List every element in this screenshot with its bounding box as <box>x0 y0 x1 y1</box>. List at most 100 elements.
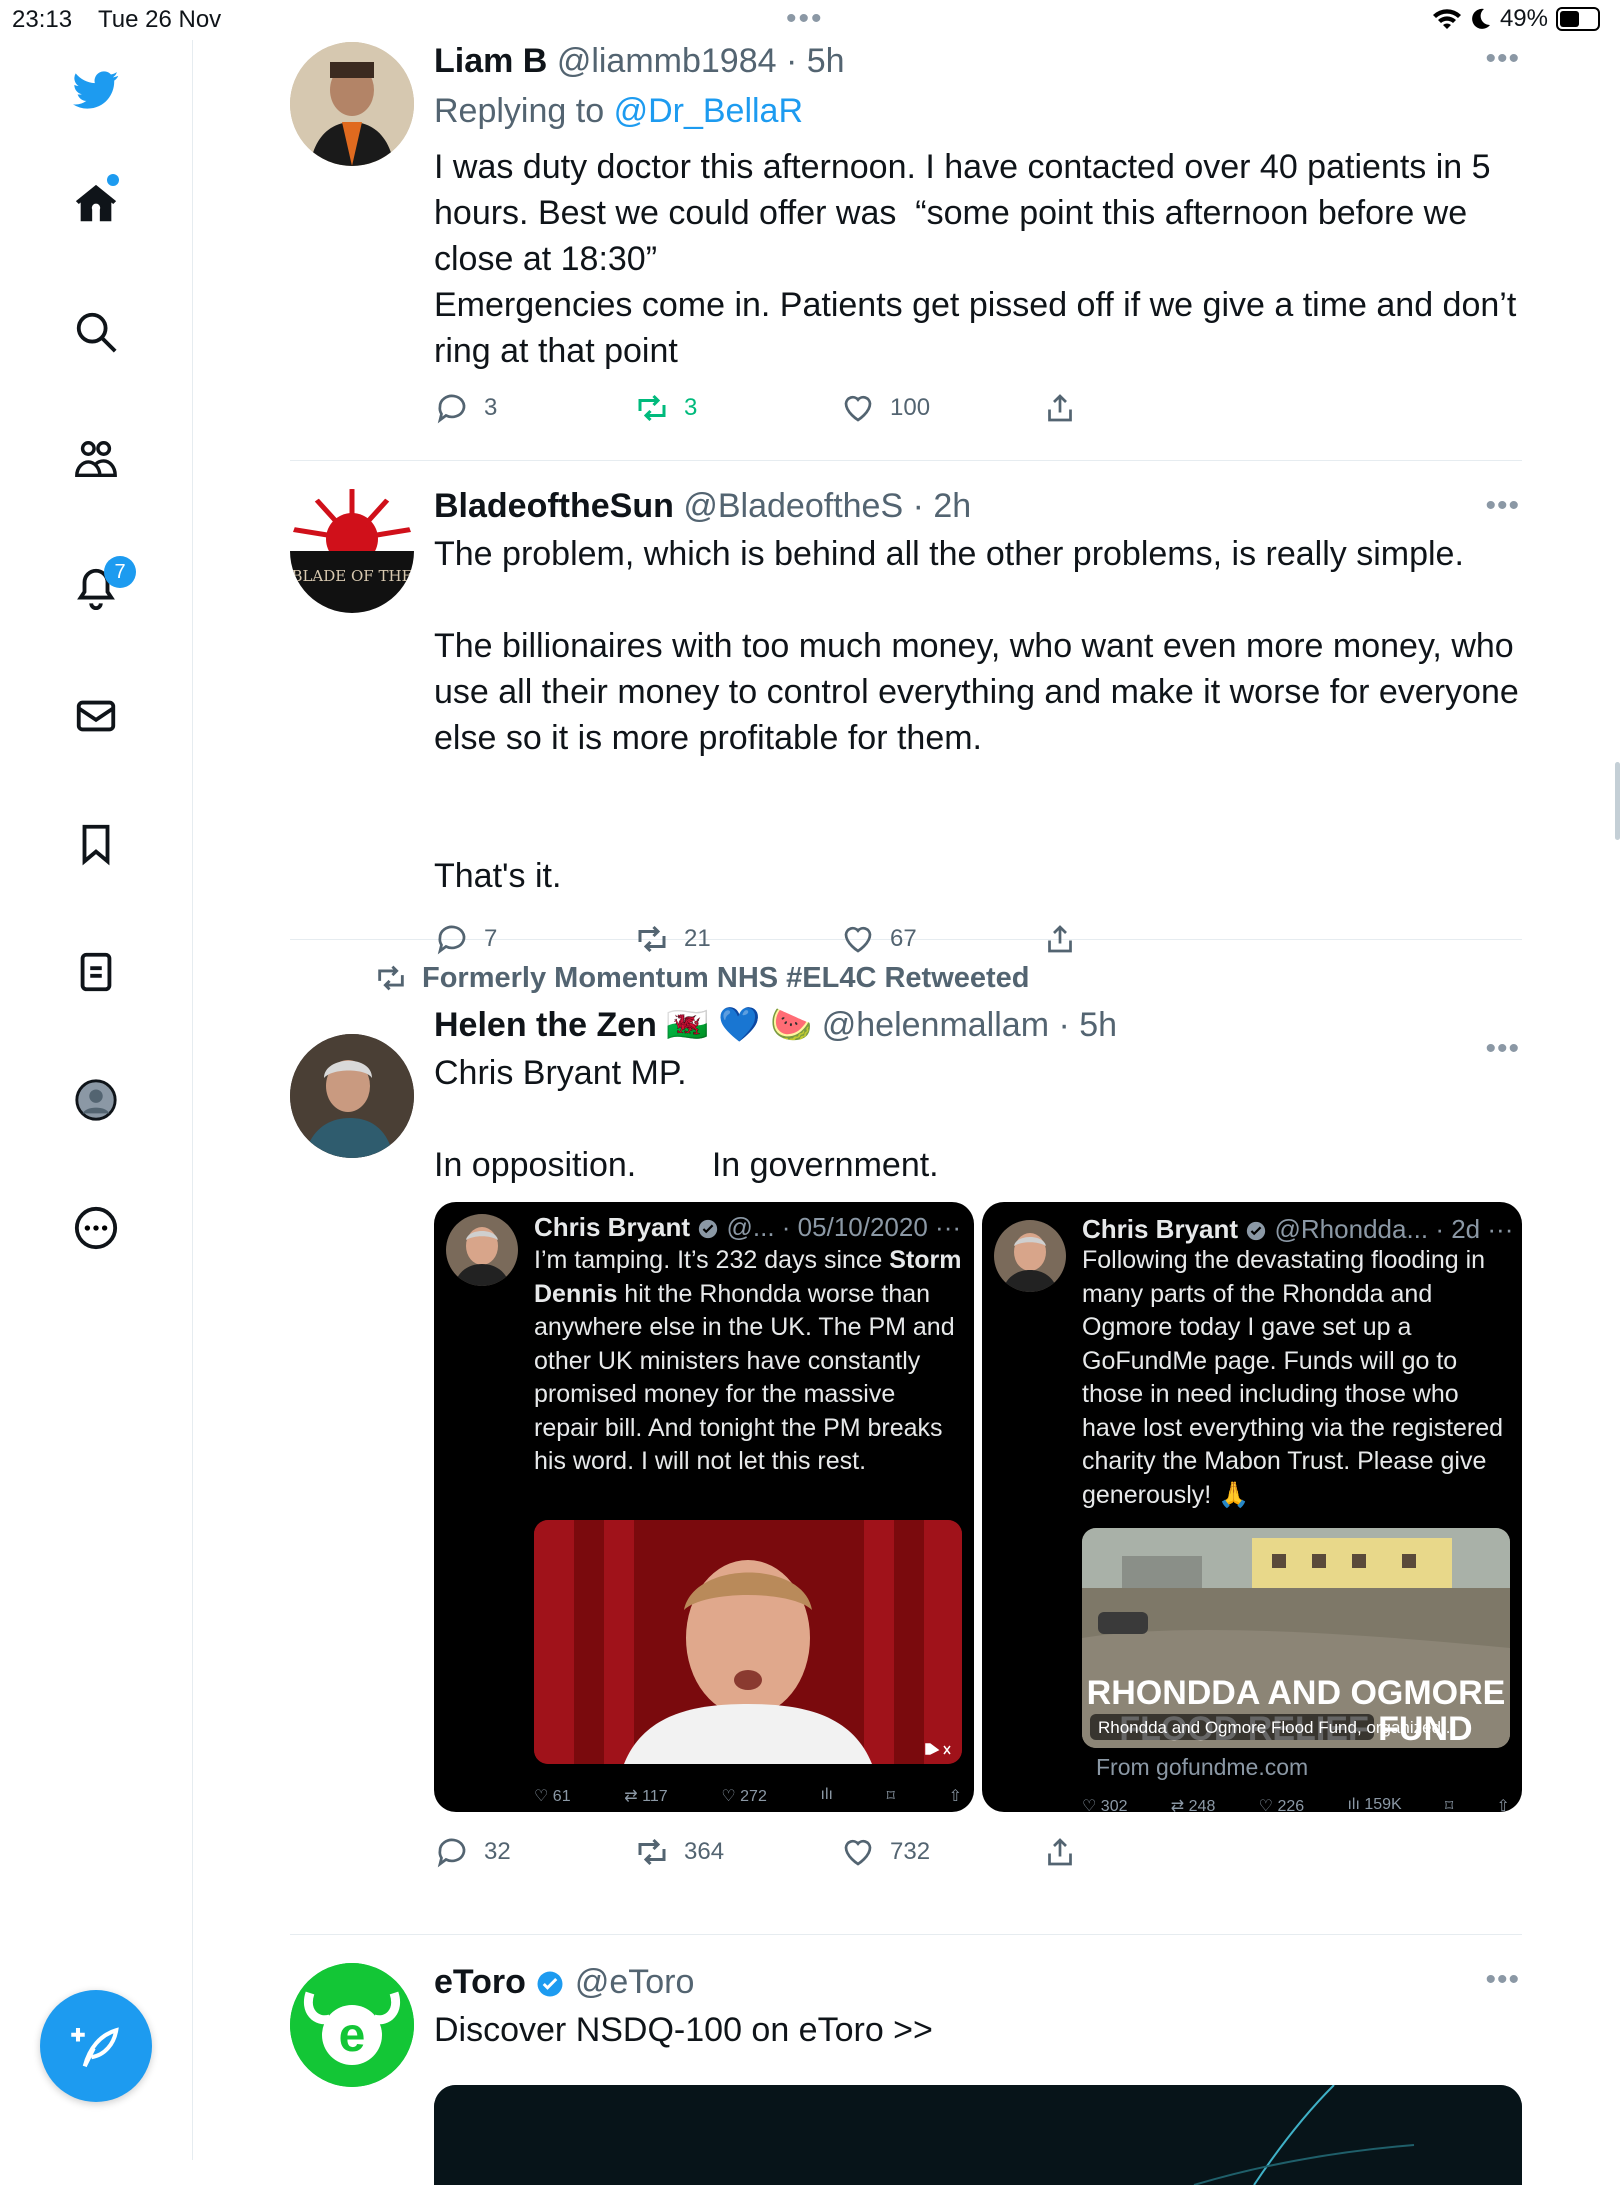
scrollbar-thumb[interactable] <box>1615 762 1620 840</box>
multitasking-dots[interactable]: ••• <box>786 2 824 36</box>
tweet-etoro[interactable]: e ••• eToro @eToro Discover NSDQ-100 on … <box>290 1935 1522 2185</box>
tweet-more-icon[interactable]: ••• <box>1485 1963 1520 1997</box>
tweet-more-icon[interactable]: ••• <box>1485 1032 1520 1066</box>
card-text-part-2: hit the Rhondda worse than anywhere else… <box>534 1279 955 1476</box>
moon-icon <box>1472 8 1490 29</box>
retweet-icon <box>638 394 666 422</box>
author-name[interactable]: Helen the Zen <box>434 1006 657 1044</box>
like-button[interactable]: 100 <box>840 390 1042 426</box>
like-count: 100 <box>890 394 931 421</box>
video-thumbnail[interactable] <box>534 1520 962 1764</box>
tweet-header: BladeoftheSun @BladeoftheS · 2h <box>434 485 1522 527</box>
more-options-icon[interactable] <box>66 1198 126 1258</box>
verified-badge-icon <box>537 1971 563 1997</box>
tweet-header: eToro @eToro <box>434 1961 1522 2003</box>
compose-tweet-button[interactable] <box>40 1990 152 2102</box>
card-author-name: Chris Bryant <box>1082 1214 1239 1244</box>
tweet-helen-the-zen[interactable]: Formerly Momentum NHS #EL4C Retweeted ••… <box>290 952 1522 1935</box>
card-bookmark-icon: ⌑ <box>1445 1798 1454 1812</box>
avatar[interactable]: BLADE OF THE <box>290 489 414 613</box>
profile-avatar-icon[interactable] <box>66 1070 126 1130</box>
reply-button[interactable]: 3 <box>434 390 634 426</box>
tweet-time: · 2h <box>912 487 972 525</box>
verified-badge-icon <box>1247 1221 1266 1241</box>
search-icon[interactable] <box>66 302 126 362</box>
reply-count: 7 <box>484 925 498 952</box>
card-like-stat: ♡ 272 <box>721 1788 767 1805</box>
tweet-liam-b[interactable]: ••• Liam B @liammb1984 · 5h Replying to … <box>290 40 1522 461</box>
avatar[interactable]: e <box>290 1963 414 2087</box>
card-more-icon: ··· <box>935 1212 962 1242</box>
tweet-header: Liam B @liammb1984 · 5h <box>434 40 1522 82</box>
reply-icon <box>437 394 466 424</box>
reply-count: 3 <box>484 394 498 421</box>
status-right: 49% <box>1432 5 1600 33</box>
card-meta: @Rhondda... · 2d <box>1274 1214 1481 1244</box>
screenshot-card-opposition[interactable]: Chris Bryant @... · 05/10/2020 ··· I’m t… <box>434 1202 974 1812</box>
reply-button[interactable]: 32 <box>434 1834 634 1870</box>
overlay-title: RHONDDA AND OGMORE <box>1087 1674 1506 1712</box>
card-retweet-stat: ⇄ 248 <box>1170 1798 1216 1812</box>
tweet-more-icon[interactable]: ••• <box>1485 489 1520 523</box>
card-text: Following the devastating flooding in ma… <box>1082 1246 1504 1509</box>
battery-icon <box>1556 7 1600 31</box>
reply-count: 32 <box>484 1838 511 1865</box>
author-name[interactable]: eToro <box>434 1963 526 2001</box>
link-source[interactable]: From gofundme.com <box>1096 1754 1308 1781</box>
etoro-logo-icon: e <box>339 2009 366 2062</box>
like-button[interactable]: 732 <box>840 1834 1042 1870</box>
tweet-text: Chris Bryant MP. In opposition. In gover… <box>434 1054 939 1184</box>
twitter-logo-icon[interactable] <box>66 60 126 120</box>
retweeted-by-text: Formerly Momentum NHS #EL4C Retweeted <box>422 961 1030 994</box>
author-handle[interactable]: @helenmallam <box>822 1006 1049 1044</box>
replying-prefix: Replying to <box>434 92 605 130</box>
card-more-icon: ··· <box>1487 1214 1514 1244</box>
retweet-button[interactable]: 3 <box>634 390 840 426</box>
screenshot-card-government[interactable]: Chris Bryant @Rhondda... · 2d ··· Follow… <box>982 1202 1522 1812</box>
card-header: Chris Bryant @... · 05/10/2020 ··· <box>534 1212 961 1243</box>
messages-icon[interactable] <box>66 686 126 746</box>
card-share-icon: ⇧ <box>948 1788 962 1805</box>
communities-icon[interactable] <box>66 430 126 490</box>
card-views-stat: ılı 159K <box>1347 1796 1402 1812</box>
author-handle[interactable]: @BladeoftheS <box>683 487 903 525</box>
card-retweet-stat: ⇄ 117 <box>624 1788 668 1805</box>
avatar[interactable] <box>290 42 414 166</box>
tweet-text: The problem, which is behind all the oth… <box>434 535 1519 895</box>
card-reply-stat: ♡ 302 <box>1082 1798 1128 1812</box>
retweet-count: 21 <box>684 925 711 952</box>
bookmarks-icon[interactable] <box>66 814 126 874</box>
author-handle[interactable]: @eToro <box>575 1963 695 2001</box>
status-date: Tue 26 Nov <box>98 6 222 33</box>
notification-count-badge: 7 <box>104 556 136 588</box>
share-button[interactable] <box>1042 1834 1078 1870</box>
card-avatar <box>446 1214 518 1286</box>
author-handle[interactable]: @liammb1984 <box>557 42 777 80</box>
card-analytics-icon: ılı <box>820 1786 833 1803</box>
promo-media[interactable] <box>434 2085 1522 2185</box>
tweet-more-icon[interactable]: ••• <box>1485 42 1520 76</box>
author-name[interactable]: Liam B <box>434 42 547 80</box>
retweet-icon <box>378 965 404 991</box>
tweet-text: I was duty doctor this afternoon. I have… <box>434 148 1517 370</box>
avatar[interactable] <box>290 1034 414 1158</box>
tweet-actions: 32 364 732 <box>434 1824 1522 1880</box>
card-stats: ♡ 61 ⇄ 117 ♡ 272 ılı ⌑ ⇧ <box>534 1786 962 1806</box>
tweet-time: · 5h <box>786 42 845 80</box>
share-icon <box>1048 1838 1072 1866</box>
tweet-bladeofthesun[interactable]: BLADE OF THE ••• BladeoftheSun @Bladeoft… <box>290 461 1522 955</box>
status-time: 23:13 <box>12 6 73 33</box>
like-count: 732 <box>890 1838 931 1865</box>
author-name[interactable]: BladeoftheSun <box>434 487 674 525</box>
verified-badge-icon <box>699 1219 718 1239</box>
replying-to-link[interactable]: @Dr_BellaR <box>614 92 803 130</box>
retweet-button[interactable]: 364 <box>634 1834 840 1870</box>
lists-icon[interactable] <box>66 942 126 1002</box>
heart-icon <box>844 395 872 422</box>
retweeted-by-label[interactable]: Formerly Momentum NHS #EL4C Retweeted <box>374 952 1522 1004</box>
link-caption: Rhondda and Ogmore Flood Fund, organized… <box>1098 1718 1455 1737</box>
card-text-part-1: I’m tamping. It’s 232 days since <box>534 1246 890 1274</box>
share-button[interactable] <box>1042 390 1078 426</box>
link-preview-image[interactable]: RHONDDA AND OGMOREFLOOD RELIEF FUNDRhond… <box>1082 1528 1510 1748</box>
home-unread-dot <box>107 174 119 186</box>
